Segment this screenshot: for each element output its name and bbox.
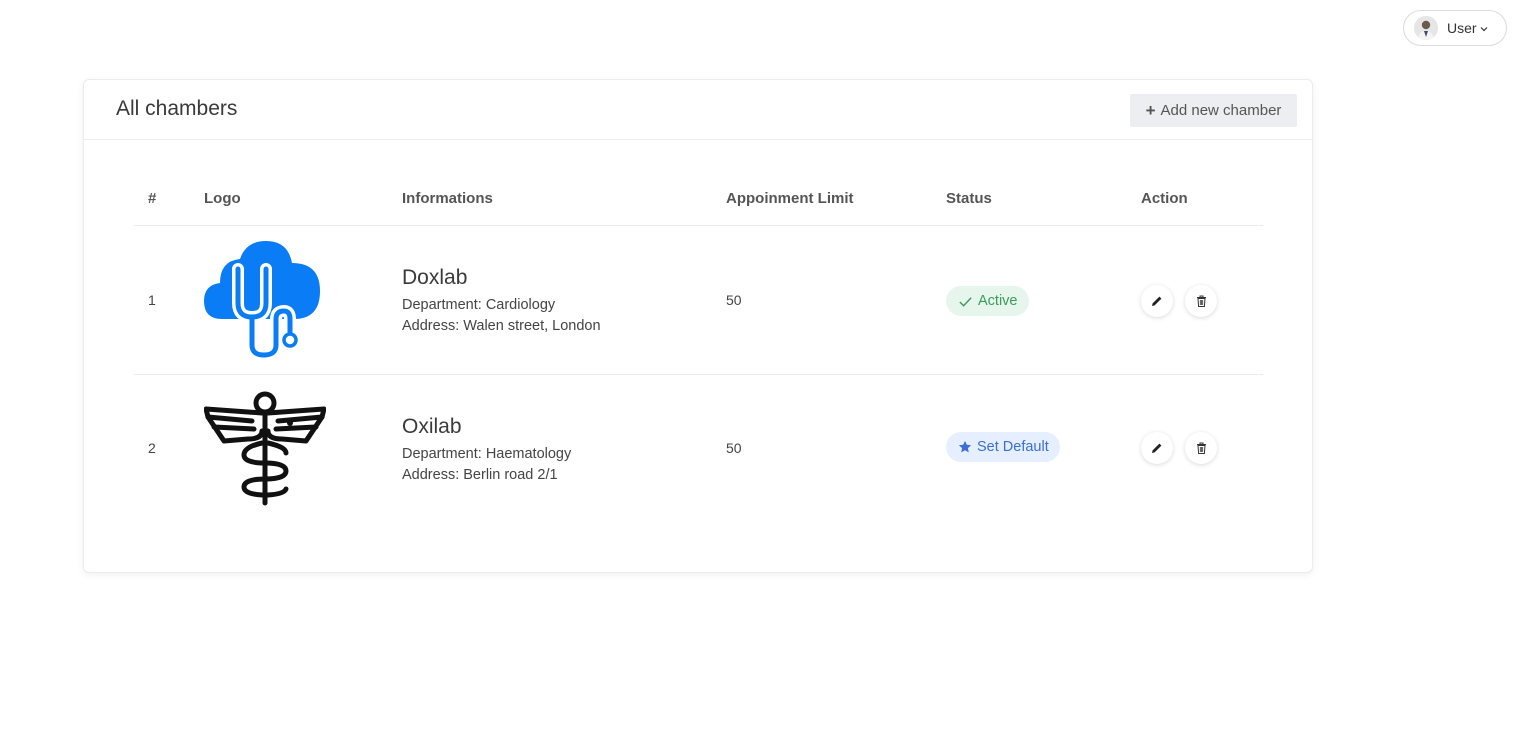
chamber-department: Department: Cardiology [402,297,556,313]
status-label: Set Default [977,439,1049,455]
col-number: # [148,190,157,207]
chamber-address: Address: Berlin road 2/1 [402,467,558,483]
appointment-limit: 50 [726,440,742,456]
add-chamber-label: Add new chamber [1160,102,1282,119]
edit-button[interactable] [1141,285,1173,317]
add-chamber-button[interactable]: + Add new chamber [1130,94,1297,127]
status-label: Active [978,293,1018,309]
col-informations: Informations [402,190,493,207]
chamber-name: Oxilab [402,415,462,438]
chambers-table: # Logo Informations Appoinment Limit Sta… [134,166,1263,524]
page-title: All chambers [116,97,238,120]
chamber-name: Doxlab [402,266,468,289]
col-status: Status [946,190,992,207]
plus-icon: + [1145,100,1156,120]
status-badge-active[interactable]: Active [946,286,1029,316]
chamber-info: Doxlab Department: Cardiology Address: W… [402,266,601,337]
table-row: 2 Oxilab Department: Haematology Address… [134,375,1263,524]
caduceus-logo [203,391,327,513]
chevron-down-icon [1480,27,1487,32]
table-header: # Logo Informations Appoinment Limit Sta… [134,166,1263,226]
cloud-stethoscope-logo [204,239,324,362]
trash-icon [1196,295,1206,307]
delete-button[interactable] [1185,285,1217,317]
row-number: 2 [148,440,156,456]
trash-icon [1196,442,1206,454]
user-avatar [1414,16,1438,40]
table-row: 1 Doxlab Department: Cardiology Address:… [134,226,1263,375]
check-icon [959,296,972,307]
row-number: 1 [148,292,156,308]
chamber-address: Address: Walen street, London [402,318,601,334]
edit-button[interactable] [1141,432,1173,464]
chamber-info: Oxilab Department: Haematology Address: … [402,415,571,486]
col-logo: Logo [204,190,241,207]
col-action: Action [1141,190,1188,207]
pencil-icon [1152,443,1162,453]
appointment-limit: 50 [726,292,742,308]
row-actions [1141,432,1217,464]
row-actions [1141,285,1217,317]
card-header: All chambers + Add new chamber [84,80,1312,140]
star-icon [958,440,972,453]
user-menu[interactable]: User [1403,10,1507,46]
col-appointment-limit: Appoinment Limit [726,190,854,207]
pencil-icon [1152,296,1162,306]
chamber-department: Department: Haematology [402,446,572,462]
chambers-card: All chambers + Add new chamber # Logo In… [83,79,1313,573]
user-name: User [1447,20,1477,36]
set-default-button[interactable]: Set Default [946,432,1060,462]
delete-button[interactable] [1185,432,1217,464]
